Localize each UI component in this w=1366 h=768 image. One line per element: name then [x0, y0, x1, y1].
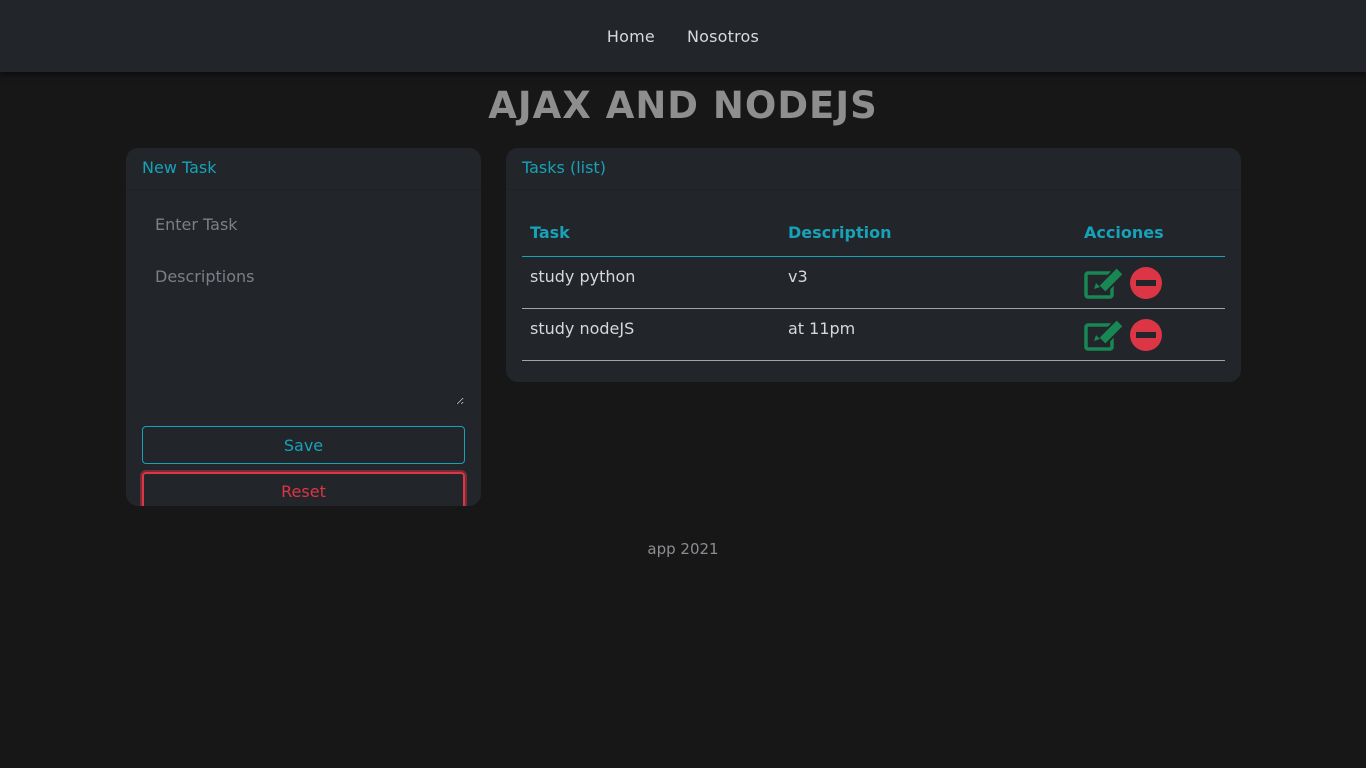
page-title: AJAX AND NODEJS — [488, 84, 878, 127]
column-header-task: Task — [522, 210, 780, 257]
new-task-form: Save Reset — [126, 190, 481, 506]
top-navbar: Home Nosotros — [0, 0, 1366, 72]
new-task-header: New Task — [126, 148, 481, 190]
tasks-list-header: Tasks (list) — [506, 148, 1241, 190]
actions-cell — [1076, 308, 1225, 361]
minus-circle-icon[interactable] — [1130, 266, 1162, 299]
nav-link-nosotros[interactable]: Nosotros — [687, 27, 759, 46]
task-input[interactable] — [142, 206, 465, 242]
new-task-card: New Task Save Reset — [126, 148, 481, 506]
table-header-row: Task Description Acciones — [522, 210, 1225, 257]
table-row: study python v3 — [522, 256, 1225, 309]
tasks-list-card: Tasks (list) Task Description Acciones s… — [506, 148, 1241, 382]
task-cell: study nodeJS — [522, 308, 780, 361]
description-cell: v3 — [780, 256, 1076, 309]
reset-button[interactable]: Reset — [142, 472, 465, 506]
actions-cell — [1076, 256, 1225, 309]
task-cell: study python — [522, 256, 780, 309]
edit-icon[interactable] — [1084, 318, 1122, 351]
footer-text: app 2021 — [647, 540, 719, 558]
description-textarea[interactable] — [142, 258, 465, 406]
minus-circle-icon[interactable] — [1130, 318, 1162, 351]
column-header-description: Description — [780, 210, 1076, 257]
description-cell: at 11pm — [780, 308, 1076, 361]
edit-icon[interactable] — [1084, 266, 1122, 299]
tasks-table: Task Description Acciones study python v… — [522, 210, 1225, 361]
column-header-actions: Acciones — [1076, 210, 1225, 257]
save-button[interactable]: Save — [142, 426, 465, 464]
nav-link-home[interactable]: Home — [607, 27, 655, 46]
table-row: study nodeJS at 11pm — [522, 308, 1225, 361]
